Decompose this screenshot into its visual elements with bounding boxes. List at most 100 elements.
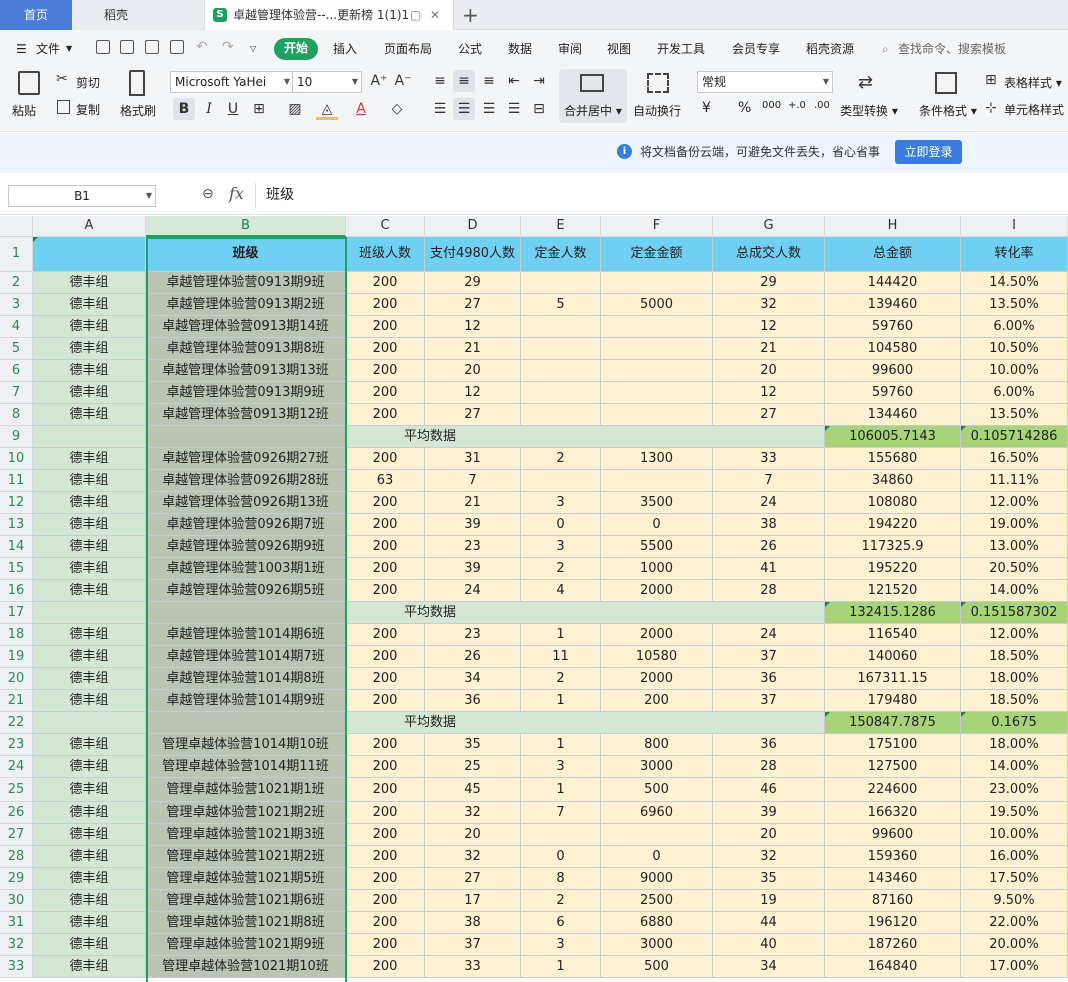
data-cell[interactable]: 200 [346, 668, 425, 690]
header-cell[interactable]: 总金额 [825, 237, 961, 272]
row-header[interactable]: 24 [0, 756, 33, 778]
row-header[interactable]: 27 [0, 824, 33, 846]
percent-icon[interactable]: % [738, 100, 751, 116]
data-cell[interactable]: 18.50% [961, 646, 1068, 668]
data-cell[interactable]: 德丰组 [33, 294, 146, 316]
scissors-icon[interactable]: ✂ [56, 71, 68, 87]
cell-style-icon[interactable]: ⊹ [985, 100, 997, 116]
data-cell[interactable]: 德丰组 [33, 492, 146, 514]
data-cell[interactable]: 200 [346, 846, 425, 868]
function-icon[interactable]: fx [229, 184, 244, 203]
menu-view[interactable]: 视图 [607, 39, 631, 59]
data-cell[interactable]: 卓越管理体验营1003期1班 [146, 558, 346, 580]
data-cell[interactable]: 200 [346, 360, 425, 382]
data-cell[interactable]: 德丰组 [33, 558, 146, 580]
data-cell[interactable]: 卓越管理体验营0926期9班 [146, 536, 346, 558]
row-header[interactable]: 19 [0, 646, 33, 668]
data-cell[interactable]: 200 [346, 734, 425, 756]
name-box[interactable]: B1 ▼ [8, 185, 156, 207]
data-cell[interactable]: 87160 [825, 890, 961, 912]
data-cell[interactable] [521, 382, 601, 404]
data-cell[interactable]: 19 [713, 890, 825, 912]
data-cell[interactable]: 德丰组 [33, 360, 146, 382]
data-cell[interactable]: 117325.9 [825, 536, 961, 558]
data-cell[interactable]: 34860 [825, 470, 961, 492]
row-header[interactable]: 1 [0, 237, 33, 272]
copy-button[interactable]: 复制 [76, 101, 100, 118]
data-cell[interactable]: 德丰组 [33, 316, 146, 338]
undo-icon[interactable]: ↶ [196, 37, 208, 57]
data-cell[interactable]: 39 [425, 514, 521, 536]
average-rate-cell[interactable]: 0.151587302 [961, 602, 1068, 624]
data-cell[interactable]: 25 [425, 756, 521, 778]
table-style-icon[interactable]: ⊞ [985, 72, 997, 88]
data-cell[interactable]: 200 [346, 272, 425, 294]
data-cell[interactable]: 2000 [601, 580, 713, 602]
data-cell[interactable]: 卓越管理体验营0913期8班 [146, 338, 346, 360]
row-header[interactable]: 14 [0, 536, 33, 558]
data-cell[interactable] [146, 602, 346, 624]
wrap-text-button[interactable]: 自动换行 [633, 102, 681, 119]
data-cell[interactable]: 2 [521, 558, 601, 580]
data-cell[interactable]: 2000 [601, 624, 713, 646]
data-cell[interactable]: 21 [425, 492, 521, 514]
data-cell[interactable]: 德丰组 [33, 580, 146, 602]
conditional-format-button[interactable]: 条件格式 ▾ [919, 102, 977, 119]
data-cell[interactable]: 5 [521, 294, 601, 316]
average-label-cell[interactable]: 平均数据 [346, 602, 825, 624]
data-cell[interactable]: 10.00% [961, 360, 1068, 382]
data-cell[interactable]: 10.50% [961, 338, 1068, 360]
data-cell[interactable]: 200 [346, 778, 425, 802]
data-cell[interactable]: 德丰组 [33, 646, 146, 668]
data-cell[interactable]: 2 [521, 890, 601, 912]
data-cell[interactable]: 200 [346, 956, 425, 978]
data-cell[interactable]: 德丰组 [33, 912, 146, 934]
column-header-f[interactable]: F [601, 216, 713, 237]
data-cell[interactable]: 200 [346, 294, 425, 316]
data-cell[interactable]: 17 [425, 890, 521, 912]
data-cell[interactable]: 20 [425, 824, 521, 846]
data-cell[interactable]: 31 [425, 448, 521, 470]
data-cell[interactable]: 3 [521, 756, 601, 778]
data-cell[interactable] [33, 426, 146, 448]
data-cell[interactable]: 18.00% [961, 734, 1068, 756]
menu-data[interactable]: 数据 [508, 39, 532, 59]
row-header[interactable]: 9 [0, 426, 33, 448]
data-cell[interactable]: 管理卓越体验营1021期5班 [146, 868, 346, 890]
row-header[interactable]: 5 [0, 338, 33, 360]
data-cell[interactable]: 59760 [825, 382, 961, 404]
data-cell[interactable]: 12 [713, 382, 825, 404]
data-cell[interactable] [601, 382, 713, 404]
data-cell[interactable]: 33 [425, 956, 521, 978]
data-cell[interactable]: 管理卓越体验营1021期10班 [146, 956, 346, 978]
data-cell[interactable]: 18.50% [961, 690, 1068, 712]
data-cell[interactable]: 卓越管理体验营0913期9班 [146, 382, 346, 404]
align-bottom-icon[interactable]: ≡ [478, 70, 500, 92]
data-cell[interactable]: 德丰组 [33, 734, 146, 756]
data-cell[interactable]: 17.00% [961, 956, 1068, 978]
hamburger-icon[interactable]: ☰ [16, 39, 27, 59]
save-icon[interactable] [96, 40, 110, 54]
data-cell[interactable]: 200 [601, 690, 713, 712]
number-format-select[interactable]: 常规 ▼ [697, 71, 833, 93]
row-header[interactable]: 10 [0, 448, 33, 470]
data-cell[interactable]: 28 [713, 580, 825, 602]
header-cell[interactable]: 定金金额 [601, 237, 713, 272]
data-cell[interactable] [521, 404, 601, 426]
data-cell[interactable]: 38 [713, 514, 825, 536]
average-total-cell[interactable]: 150847.7875 [825, 712, 961, 734]
row-header[interactable]: 8 [0, 404, 33, 426]
data-cell[interactable]: 2000 [601, 668, 713, 690]
type-convert-button[interactable]: 类型转换 ▾ [840, 102, 898, 119]
header-cell[interactable] [33, 237, 146, 272]
data-cell[interactable]: 37 [713, 646, 825, 668]
data-cell[interactable]: 195220 [825, 558, 961, 580]
data-cell[interactable]: 39 [713, 802, 825, 824]
data-cell[interactable]: 179480 [825, 690, 961, 712]
more-icon[interactable]: ▽ [250, 39, 256, 59]
paste-button[interactable]: 粘贴 [12, 102, 36, 119]
row-header[interactable]: 16 [0, 580, 33, 602]
menu-member[interactable]: 会员专享 [732, 39, 780, 59]
print-icon[interactable] [145, 40, 159, 54]
decrease-font-icon[interactable]: A⁻ [392, 70, 414, 92]
